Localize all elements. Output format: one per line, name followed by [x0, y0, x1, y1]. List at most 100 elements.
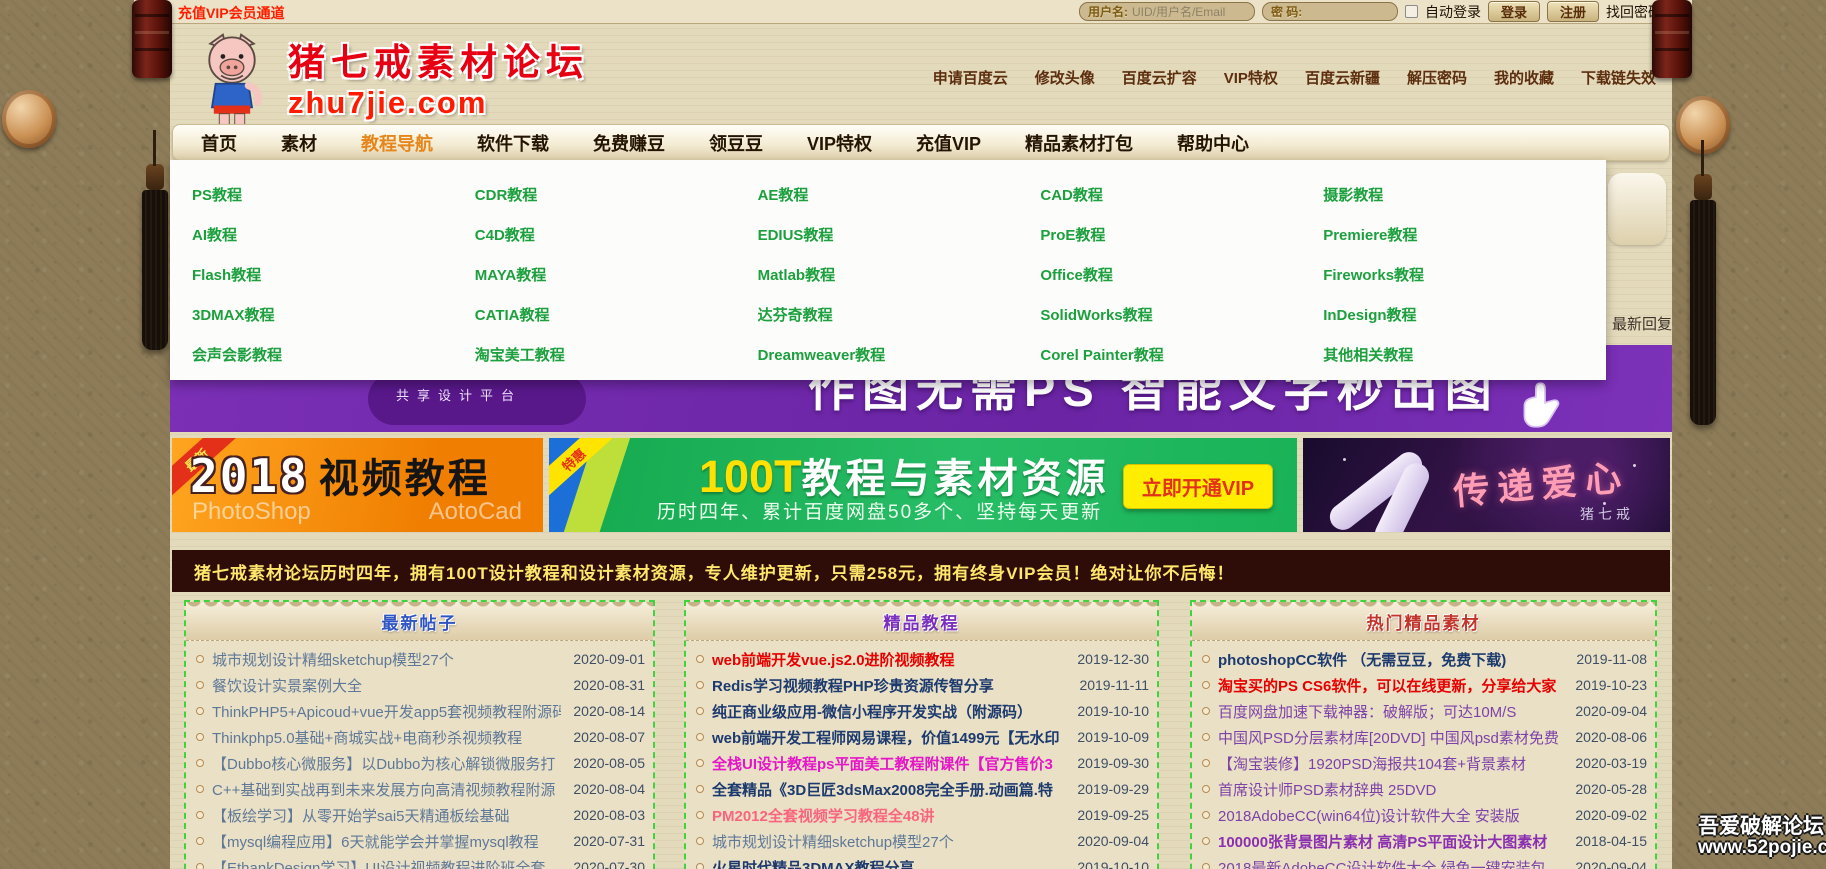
nav-item-软件下载[interactable]: 软件下载: [477, 130, 549, 156]
header-link[interactable]: 百度云扩容: [1122, 67, 1197, 88]
open-vip-button[interactable]: 立即开通VIP: [1123, 464, 1273, 509]
post-title-link[interactable]: web前端开发工程师网易课程，价值1499元【无水印: [712, 727, 1065, 748]
post-row[interactable]: 百度网盘加速下载神器：破解版；可达10M/S2020-09-04: [1200, 698, 1647, 724]
dropdown-link[interactable]: CAD教程: [1040, 174, 1323, 214]
post-row[interactable]: 【mysql编程应用】6天就能学会并掌握mysql教程2020-07-31: [194, 828, 645, 854]
header-link[interactable]: 修改头像: [1035, 67, 1095, 88]
dropdown-link[interactable]: AI教程: [192, 214, 475, 254]
dropdown-link[interactable]: 会声会影教程: [192, 334, 475, 374]
nav-item-VIP特权[interactable]: VIP特权: [807, 130, 872, 156]
post-row[interactable]: 中国风PSD分层素材库[20DVD] 中国风psd素材免费2020-08-06: [1200, 724, 1647, 750]
post-row[interactable]: 餐饮设计实景案例大全2020-08-31: [194, 672, 645, 698]
post-row[interactable]: 全套精品《3D巨匠3dsMax2008完全手册.动画篇.特2019-09-29: [694, 776, 1149, 802]
dropdown-link[interactable]: 淘宝美工教程: [475, 334, 758, 374]
nav-item-免费赚豆[interactable]: 免费赚豆: [593, 130, 665, 156]
post-title-link[interactable]: 全套精品《3D巨匠3dsMax2008完全手册.动画篇.特: [712, 779, 1065, 800]
post-row[interactable]: Redis学习视频教程PHP珍贵资源传智分享2019-11-11: [694, 672, 1149, 698]
dropdown-link[interactable]: CDR教程: [475, 174, 758, 214]
post-title-link[interactable]: 中国风PSD分层素材库[20DVD] 中国风psd素材免费: [1218, 727, 1563, 748]
banner-love-donation[interactable]: 传递爱心 猪七戒: [1303, 438, 1670, 532]
post-title-link[interactable]: 火星时代精品3DMAX教程分享: [712, 857, 1065, 869]
post-title-link[interactable]: 城市规划设计精细sketchup模型27个: [212, 649, 561, 670]
post-row[interactable]: 【淘宝装修】1920PSD海报共104套+背景素材2020-03-19: [1200, 750, 1647, 776]
nav-item-帮助中心[interactable]: 帮助中心: [1177, 130, 1249, 156]
post-title-link[interactable]: 百度网盘加速下载神器：破解版；可达10M/S: [1218, 701, 1563, 722]
nav-item-充值VIP[interactable]: 充值VIP: [916, 130, 981, 156]
site-logo[interactable]: 猪七戒素材论坛 zhu7jie.com: [186, 31, 589, 131]
dropdown-link[interactable]: MAYA教程: [475, 254, 758, 294]
dropdown-link[interactable]: AE教程: [758, 174, 1041, 214]
post-title-link[interactable]: web前端开发vue.js2.0进阶视频教程: [712, 649, 1065, 670]
nav-item-领豆豆[interactable]: 领豆豆: [709, 130, 763, 156]
password-input[interactable]: 密 码:: [1262, 2, 1398, 21]
register-button[interactable]: 注册: [1547, 1, 1599, 22]
nav-item-素材[interactable]: 素材: [281, 130, 317, 156]
dropdown-link[interactable]: 摄影教程: [1323, 174, 1606, 214]
dropdown-link[interactable]: Flash教程: [192, 254, 475, 294]
post-title-link[interactable]: ThinkPHP5+Apicoud+vue开发app5套视频教程附源码: [212, 701, 561, 722]
post-row[interactable]: 城市规划设计精细sketchup模型27个2020-09-01: [194, 646, 645, 672]
nav-item-教程导航[interactable]: 教程导航: [361, 130, 433, 156]
post-title-link[interactable]: Redis学习视频教程PHP珍贵资源传智分享: [712, 675, 1065, 696]
dropdown-link[interactable]: 达芬奇教程: [758, 294, 1041, 334]
post-title-link[interactable]: 餐饮设计实景案例大全: [212, 675, 561, 696]
header-link[interactable]: 解压密码: [1407, 67, 1467, 88]
post-row[interactable]: 2018AdobeCC(win64位)设计软件大全 安装版2020-09-02: [1200, 802, 1647, 828]
header-link[interactable]: 下载链失效: [1581, 67, 1656, 88]
post-title-link[interactable]: 【mysql编程应用】6天就能学会并掌握mysql教程: [212, 831, 561, 852]
post-row[interactable]: web前端开发vue.js2.0进阶视频教程2019-12-30: [694, 646, 1149, 672]
dropdown-link[interactable]: ProE教程: [1040, 214, 1323, 254]
dropdown-link[interactable]: Office教程: [1040, 254, 1323, 294]
post-row[interactable]: Thinkphp5.0基础+商城实战+电商秒杀视频教程2020-08-07: [194, 724, 645, 750]
dropdown-link[interactable]: 3DMAX教程: [192, 294, 475, 334]
post-row[interactable]: 【EthankDesign学习】UI设计视频教程进阶班全套2020-07-30: [194, 854, 645, 869]
header-link[interactable]: 百度云新疆: [1305, 67, 1380, 88]
header-link[interactable]: 我的收藏: [1494, 67, 1554, 88]
post-title-link[interactable]: PM2012全套视频学习教程全48讲: [712, 805, 1065, 826]
post-row[interactable]: 全栈UI设计教程ps平面美工教程附课件【官方售价32019-09-30: [694, 750, 1149, 776]
post-title-link[interactable]: 首席设计师PSD素材辞典 25DVD: [1218, 779, 1563, 800]
dropdown-link[interactable]: C4D教程: [475, 214, 758, 254]
dropdown-link[interactable]: Corel Painter教程: [1040, 334, 1323, 374]
vip-channel-link[interactable]: 充值VIP会员通道: [178, 3, 285, 23]
dropdown-link[interactable]: InDesign教程: [1323, 294, 1606, 334]
header-link[interactable]: VIP特权: [1224, 67, 1278, 88]
dropdown-link[interactable]: EDIUS教程: [758, 214, 1041, 254]
post-title-link[interactable]: 淘宝买的PS CS6软件，可以在线更新，分享给大家: [1218, 675, 1563, 696]
dropdown-link[interactable]: PS教程: [192, 174, 475, 214]
post-title-link[interactable]: 城市规划设计精细sketchup模型27个: [712, 831, 1065, 852]
post-row[interactable]: 纯正商业级应用-微信小程序开发实战（附源码）2019-10-10: [694, 698, 1149, 724]
post-row[interactable]: 2018最新AdobeCC设计软件大全 绿色一键安装包2020-09-04: [1200, 854, 1647, 869]
post-title-link[interactable]: 【淘宝装修】1920PSD海报共104套+背景素材: [1218, 753, 1563, 774]
post-row[interactable]: 淘宝买的PS CS6软件，可以在线更新，分享给大家2019-10-23: [1200, 672, 1647, 698]
post-title-link[interactable]: photoshopCC软件 （无需豆豆，免费下载): [1218, 649, 1563, 670]
post-title-link[interactable]: 【EthankDesign学习】UI设计视频教程进阶班全套: [212, 857, 561, 869]
post-row[interactable]: 首席设计师PSD素材辞典 25DVD2020-05-28: [1200, 776, 1647, 802]
post-row[interactable]: 火星时代精品3DMAX教程分享2019-10-10: [694, 854, 1149, 869]
post-title-link[interactable]: 2018AdobeCC(win64位)设计软件大全 安装版: [1218, 805, 1563, 826]
post-title-link[interactable]: 纯正商业级应用-微信小程序开发实战（附源码）: [712, 701, 1065, 722]
post-row[interactable]: 城市规划设计精细sketchup模型27个2020-09-04: [694, 828, 1149, 854]
post-row[interactable]: 100000张背景图片素材 高清PS平面设计大图素材2018-04-15: [1200, 828, 1647, 854]
post-title-link[interactable]: 【Dubbo核心微服务】以Dubbo为核心解锁微服务打: [212, 753, 561, 774]
header-link[interactable]: 申请百度云: [933, 67, 1008, 88]
dropdown-link[interactable]: Fireworks教程: [1323, 254, 1606, 294]
post-row[interactable]: web前端开发工程师网易课程，价值1499元【无水印2019-10-09: [694, 724, 1149, 750]
dropdown-link[interactable]: Matlab教程: [758, 254, 1041, 294]
banner-2018-video-tutorials[interactable]: 最新 2018 视频教程 PhotoShop AotoCad: [172, 438, 543, 532]
dropdown-link[interactable]: SolidWorks教程: [1040, 294, 1323, 334]
login-button[interactable]: 登录: [1488, 1, 1540, 22]
nav-item-首页[interactable]: 首页: [201, 130, 237, 156]
auto-login-checkbox[interactable]: [1405, 5, 1418, 18]
post-row[interactable]: C++基础到实战再到未来发展方向高清视频教程附源2020-08-04: [194, 776, 645, 802]
post-row[interactable]: photoshopCC软件 （无需豆豆，免费下载)2019-11-08: [1200, 646, 1647, 672]
post-title-link[interactable]: 全栈UI设计教程ps平面美工教程附课件【官方售价3: [712, 753, 1065, 774]
username-input[interactable]: 用户名: UID/用户名/Email: [1079, 2, 1255, 21]
nav-item-精品素材打包[interactable]: 精品素材打包: [1025, 130, 1133, 156]
dropdown-link[interactable]: Premiere教程: [1323, 214, 1606, 254]
post-title-link[interactable]: 2018最新AdobeCC设计软件大全 绿色一键安装包: [1218, 857, 1563, 869]
post-title-link[interactable]: 【板绘学习】从零开始学sai5天精通板绘基础: [212, 805, 561, 826]
post-row[interactable]: 【Dubbo核心微服务】以Dubbo为核心解锁微服务打2020-08-05: [194, 750, 645, 776]
dropdown-link[interactable]: Dreamweaver教程: [758, 334, 1041, 374]
post-row[interactable]: 【板绘学习】从零开始学sai5天精通板绘基础2020-08-03: [194, 802, 645, 828]
